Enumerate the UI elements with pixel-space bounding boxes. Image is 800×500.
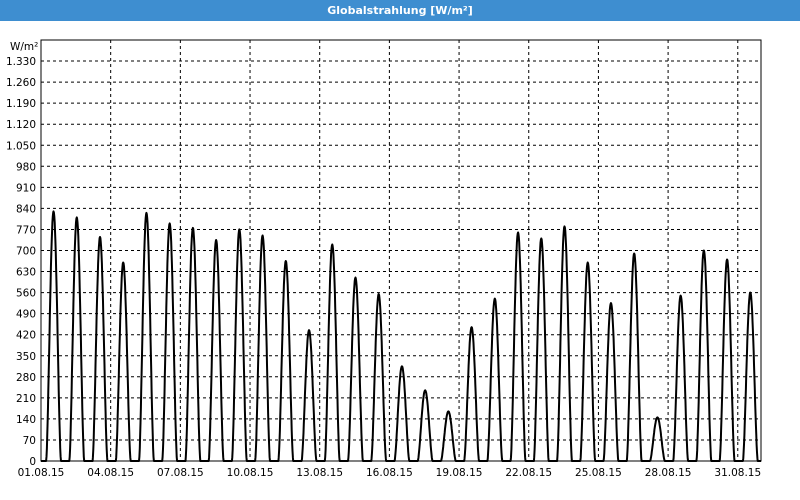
y-tick-label: 700 — [16, 246, 36, 258]
x-axis: 01.08.15 04.08.15 07.08.15 10.08.15 13.08.15… — [18, 467, 762, 479]
y-tick-label: 1.050 — [6, 140, 36, 152]
x-tick-label: 19.08.15 — [436, 467, 483, 479]
x-tick-label: 25.08.15 — [575, 467, 622, 479]
x-tick-label: 07.08.15 — [157, 467, 204, 479]
x-tick-label: 31.08.15 — [714, 467, 761, 479]
y-tick-label: 910 — [16, 182, 36, 194]
y-tick-label: 420 — [16, 330, 36, 342]
x-tick-label: 28.08.15 — [645, 467, 692, 479]
y-tick-label: 70 — [23, 435, 36, 447]
y-tick-label: 490 — [16, 309, 36, 321]
y-tick-label: 630 — [16, 267, 36, 279]
y-tick-label: 350 — [16, 351, 36, 363]
y-tick-label: 1.120 — [6, 119, 36, 131]
y-tick-label: 980 — [16, 161, 36, 173]
y-tick-label: 1.190 — [6, 98, 36, 110]
y-tick-label: 770 — [16, 224, 36, 236]
y-tick-label: 140 — [16, 414, 36, 426]
y-tick-label: 210 — [16, 393, 36, 405]
chart-title: Globalstrahlung [W/m²] — [0, 0, 800, 21]
y-tick-label: 840 — [16, 203, 36, 215]
y-tick-label: 1.330 — [6, 56, 36, 68]
x-tick-label: 22.08.15 — [505, 467, 552, 479]
x-tick-label: 13.08.15 — [296, 467, 343, 479]
y-axis: 0701402102803504204905606307007708409109… — [6, 56, 36, 468]
chart-plot: W/m² 07014021028035042049056063070077084… — [6, 39, 762, 479]
y-tick-label: 280 — [16, 372, 36, 384]
y-tick-label: 1.260 — [6, 77, 36, 89]
x-tick-label: 16.08.15 — [366, 467, 413, 479]
x-tick-label: 01.08.15 — [18, 467, 65, 479]
x-tick-label: 10.08.15 — [227, 467, 274, 479]
x-tick-label: 04.08.15 — [87, 467, 134, 479]
y-axis-unit-label: W/m² — [10, 41, 38, 53]
y-tick-label: 560 — [16, 288, 36, 300]
